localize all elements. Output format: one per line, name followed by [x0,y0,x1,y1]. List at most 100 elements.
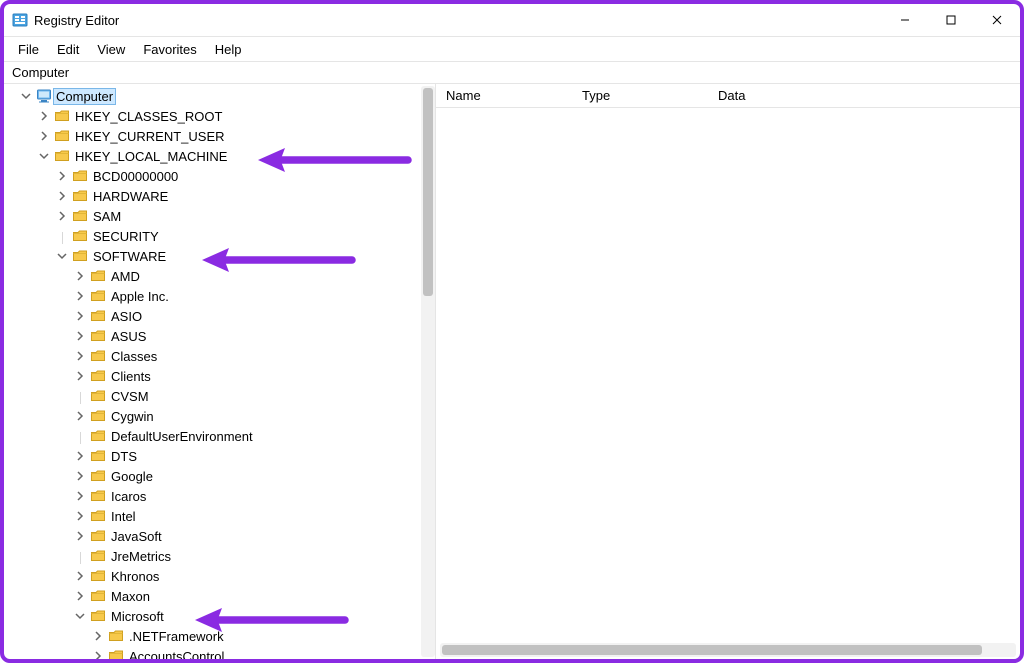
folder-icon [90,288,106,304]
tree-item[interactable]: .NETFramework [4,626,435,646]
folder-icon [90,468,106,484]
registry-tree[interactable]: Computer HKEY_CLASSES_ROOT HKEY_CURRENT_US… [4,84,435,659]
menu-favorites[interactable]: Favorites [135,40,204,59]
chevron-right-icon[interactable] [72,568,88,584]
tree-item[interactable]: ASUS [4,326,435,346]
tree-item[interactable]: Intel [4,506,435,526]
chevron-right-icon[interactable] [72,508,88,524]
scrollbar-thumb[interactable] [442,645,982,655]
chevron-right-icon[interactable] [36,128,52,144]
folder-icon [90,348,106,364]
folder-icon [54,148,70,164]
tree-item[interactable]: HKEY_CURRENT_USER [4,126,435,146]
chevron-right-icon[interactable] [72,408,88,424]
tree-item[interactable]: Icaros [4,486,435,506]
tree-item-label: SOFTWARE [92,249,167,264]
tree-item[interactable]: Classes [4,346,435,366]
chevron-down-icon[interactable] [18,88,34,104]
maximize-button[interactable] [928,4,974,36]
chevron-right-icon[interactable] [54,188,70,204]
folder-icon [90,508,106,524]
tree-item[interactable]: Clients [4,366,435,386]
tree-item[interactable]: Computer [4,86,435,106]
tree-item-label: JreMetrics [110,549,172,564]
chevron-right-icon[interactable] [72,348,88,364]
tree-item[interactable]: CVSM [4,386,435,406]
tree-item[interactable]: BCD00000000 [4,166,435,186]
tree-item[interactable]: Khronos [4,566,435,586]
regedit-icon [12,12,28,28]
chevron-right-icon[interactable] [72,268,88,284]
folder-icon [108,648,124,659]
folder-icon [72,248,88,264]
tree-item-label: DefaultUserEnvironment [110,429,254,444]
menu-edit[interactable]: Edit [49,40,87,59]
address-text: Computer [12,65,69,80]
chevron-right-icon[interactable] [72,468,88,484]
tree-item-label: Khronos [110,569,160,584]
chevron-down-icon[interactable] [54,248,70,264]
tree-item-label: Icaros [110,489,147,504]
chevron-right-icon[interactable] [72,488,88,504]
chevron-right-icon[interactable] [54,168,70,184]
chevron-right-icon[interactable] [72,368,88,384]
tree-item-label: HKEY_CURRENT_USER [74,129,226,144]
chevron-right-icon[interactable] [72,588,88,604]
chevron-right-icon[interactable] [72,308,88,324]
chevron-down-icon[interactable] [72,608,88,624]
tree-item[interactable]: Apple Inc. [4,286,435,306]
scrollbar-thumb[interactable] [423,88,433,296]
column-data[interactable]: Data [708,84,1020,107]
folder-icon [90,428,106,444]
chevron-right-icon[interactable] [72,448,88,464]
tree-pane: Computer HKEY_CLASSES_ROOT HKEY_CURRENT_US… [4,84,436,659]
list-pane: Name Type Data [436,84,1020,659]
address-bar[interactable]: Computer [4,62,1020,84]
tree-item[interactable]: Cygwin [4,406,435,426]
tree-item[interactable]: Maxon [4,586,435,606]
tree-item[interactable]: AMD [4,266,435,286]
tree-item-label: Clients [110,369,152,384]
tree-item[interactable]: ASIO [4,306,435,326]
tree-item[interactable]: SOFTWARE [4,246,435,266]
tree-item[interactable]: AccountsControl [4,646,435,659]
tree-item[interactable]: SAM [4,206,435,226]
list-hscrollbar[interactable] [440,643,1016,657]
menu-view[interactable]: View [89,40,133,59]
column-headers: Name Type Data [436,84,1020,108]
tree-item-label: Cygwin [110,409,155,424]
chevron-right-icon[interactable] [72,528,88,544]
tree-item[interactable]: Google [4,466,435,486]
folder-icon [72,208,88,224]
chevron-right-icon[interactable] [90,648,106,659]
minimize-button[interactable] [882,4,928,36]
tree-item-label: .NETFramework [128,629,225,644]
tree-item-label: HKEY_CLASSES_ROOT [74,109,223,124]
tree-item[interactable]: HARDWARE [4,186,435,206]
tree-item[interactable]: HKEY_LOCAL_MACHINE [4,146,435,166]
folder-icon [72,228,88,244]
tree-scrollbar[interactable] [421,86,435,657]
menu-help[interactable]: Help [207,40,250,59]
tree-item[interactable]: DefaultUserEnvironment [4,426,435,446]
chevron-down-icon[interactable] [36,148,52,164]
menu-file[interactable]: File [10,40,47,59]
tree-item[interactable]: JreMetrics [4,546,435,566]
tree-item[interactable]: JavaSoft [4,526,435,546]
computer-icon [36,88,52,104]
column-name[interactable]: Name [436,84,572,107]
tree-item-label: HARDWARE [92,189,169,204]
folder-icon [72,168,88,184]
tree-item[interactable]: Microsoft [4,606,435,626]
chevron-right-icon[interactable] [36,108,52,124]
chevron-right-icon[interactable] [90,628,106,644]
tree-item[interactable]: HKEY_CLASSES_ROOT [4,106,435,126]
tree-item-label: BCD00000000 [92,169,179,184]
column-type[interactable]: Type [572,84,708,107]
tree-item[interactable]: SECURITY [4,226,435,246]
chevron-right-icon[interactable] [54,208,70,224]
tree-item[interactable]: DTS [4,446,435,466]
chevron-right-icon[interactable] [72,328,88,344]
close-button[interactable] [974,4,1020,36]
chevron-right-icon[interactable] [72,288,88,304]
